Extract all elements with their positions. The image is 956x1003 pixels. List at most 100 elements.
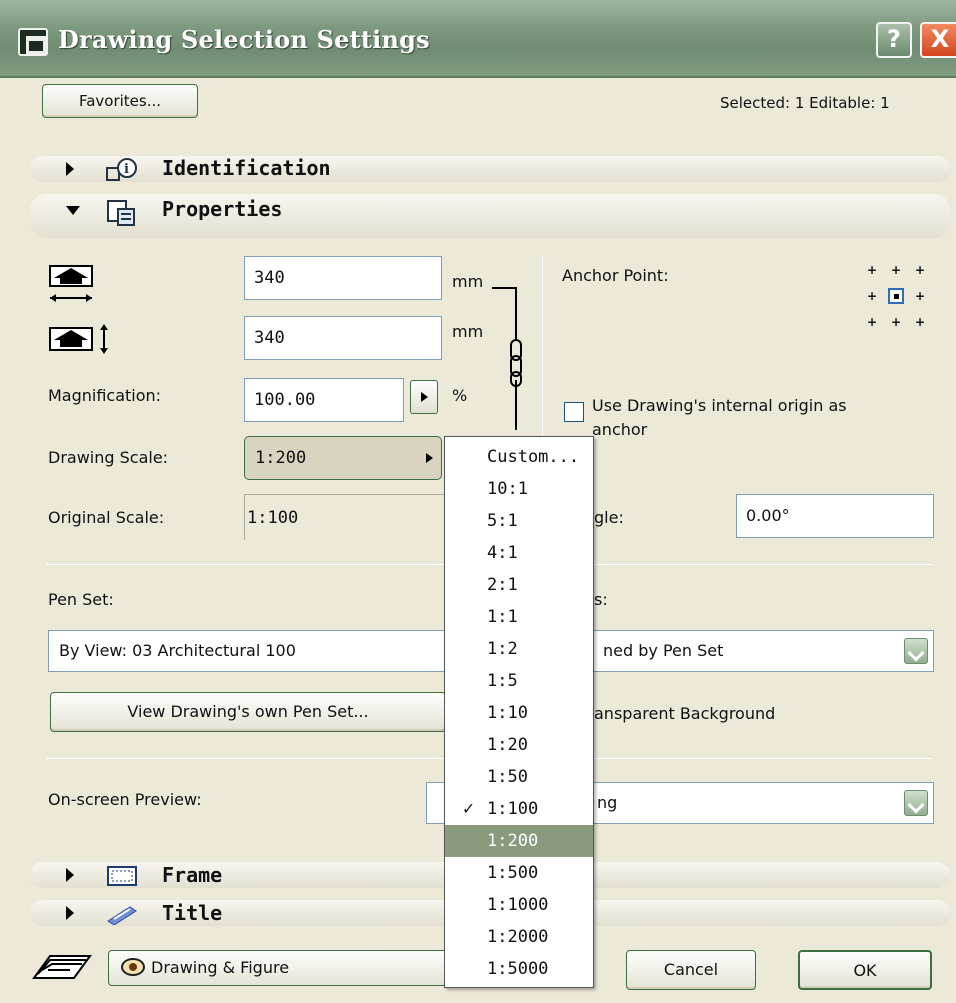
expand-arrow-icon[interactable] <box>66 162 74 176</box>
section-label: Identification <box>162 156 331 180</box>
anchor-top-center[interactable]: + <box>890 264 902 276</box>
proportion-lock-icon[interactable] <box>486 270 532 430</box>
use-origin-label: Use Drawing's internal origin as <box>592 396 847 415</box>
anchor-middle-right[interactable]: + <box>914 290 926 302</box>
scale-option-label: 1:5 <box>487 671 518 691</box>
original-scale-value: 1:100 <box>244 494 444 540</box>
drawing-scale-label: Drawing Scale: <box>48 448 169 467</box>
scale-option[interactable]: 10:1 <box>445 473 593 505</box>
dialog-title: Drawing Selection Settings <box>58 25 430 54</box>
scale-option[interactable]: 1:2000 <box>445 921 593 953</box>
use-origin-checkbox[interactable] <box>564 402 584 422</box>
scale-option[interactable]: ✓ 1:100 <box>445 793 593 825</box>
preview-select-value: ng <box>597 793 618 812</box>
scale-option-label: 4:1 <box>487 543 518 563</box>
chevron-down-icon[interactable] <box>904 638 928 664</box>
scale-option[interactable]: 1:500 <box>445 857 593 889</box>
width-icon <box>49 265 93 302</box>
magnification-unit: % <box>452 386 468 405</box>
expand-arrow-icon[interactable] <box>66 868 74 882</box>
scale-option[interactable]: 5:1 <box>445 505 593 537</box>
scale-option-label: 10:1 <box>487 479 528 499</box>
scale-option-label: 1:50 <box>487 767 528 787</box>
help-button[interactable]: ? <box>876 22 912 58</box>
scale-option[interactable]: 1:1 <box>445 601 593 633</box>
scale-option[interactable]: 1:1000 <box>445 889 593 921</box>
identification-icon: i <box>106 158 137 181</box>
original-scale-label: Original Scale: <box>48 508 165 527</box>
collapse-arrow-icon[interactable] <box>66 206 80 215</box>
transparent-background-label: ansparent Background <box>594 704 776 723</box>
svg-text:i: i <box>124 162 129 177</box>
width-unit: mm <box>452 272 484 291</box>
cancel-button[interactable]: Cancel <box>626 950 756 990</box>
use-origin-label-cont: anchor <box>592 420 648 439</box>
view-pen-set-button[interactable]: View Drawing's own Pen Set... <box>50 692 446 732</box>
properties-icon <box>107 200 135 226</box>
section-label: Frame <box>162 863 223 887</box>
pen-set-select[interactable]: By View: 03 Architectural 100 <box>48 630 448 672</box>
anchor-bottom-right[interactable]: + <box>914 316 926 328</box>
scale-option-label: 1:10 <box>487 703 528 723</box>
view-mode-value: Drawing & Figure <box>151 958 290 977</box>
title-bar[interactable]: Drawing Selection Settings ? X <box>0 0 956 78</box>
scale-option[interactable]: 1:20 <box>445 729 593 761</box>
scale-option[interactable]: Custom... <box>445 441 593 473</box>
expand-arrow-icon[interactable] <box>66 906 74 920</box>
scale-option-label: 1:20 <box>487 735 528 755</box>
scale-option-label: 1:500 <box>487 863 539 883</box>
title-icon <box>107 906 137 925</box>
favorites-button[interactable]: Favorites... <box>42 84 198 118</box>
section-identification[interactable]: i Identification <box>30 156 950 182</box>
pen-set-label: Pen Set: <box>48 590 114 609</box>
section-label: Title <box>162 901 223 925</box>
scale-option[interactable]: 1:5000 <box>445 953 593 985</box>
scale-option-label: 5:1 <box>487 511 518 531</box>
anchor-bottom-center[interactable]: + <box>890 316 902 328</box>
anchor-center[interactable] <box>888 288 904 304</box>
scale-option-label: 1:200 <box>487 831 539 851</box>
magnification-menu-button[interactable] <box>410 380 438 414</box>
magnification-input[interactable]: 100.00 <box>244 378 404 422</box>
scale-option-label: 1:2 <box>487 639 518 659</box>
section-properties[interactable]: Properties <box>30 194 950 238</box>
scale-option-label: 1:100 <box>487 799 539 819</box>
chevron-down-icon[interactable] <box>904 790 928 816</box>
scale-option[interactable]: 1:50 <box>445 761 593 793</box>
drawing-selection-settings-dialog: Drawing Selection Settings ? X Favorites… <box>0 0 956 1003</box>
colors-label: s: <box>594 590 608 609</box>
scale-option-label: 2:1 <box>487 575 518 595</box>
layers-icon <box>32 955 92 979</box>
scale-option[interactable]: 1:2 <box>445 633 593 665</box>
colors-select[interactable]: ned by Pen Set <box>592 630 934 672</box>
drawing-scale-dropdown[interactable]: Custom... 10:1 5:1 4:1 2:1 1:1 1:2 1:5 1:10 1:20 1… <box>444 436 594 988</box>
anchor-point-selector[interactable]: + + + + + + + + <box>864 264 928 328</box>
scale-option-label: 1:2000 <box>487 927 549 947</box>
anchor-top-right[interactable]: + <box>914 264 926 276</box>
scale-option[interactable]: 1:5 <box>445 665 593 697</box>
scale-option[interactable]: 1:10 <box>445 697 593 729</box>
scale-option-label: 1:1 <box>487 607 518 627</box>
drawing-scale-popup[interactable]: 1:200 <box>244 436 442 480</box>
ok-button[interactable]: OK <box>798 950 932 990</box>
magnification-label: Magnification: <box>48 386 162 405</box>
width-input[interactable]: 340 <box>244 256 442 300</box>
dialog-icon <box>18 28 48 56</box>
anchor-bottom-left[interactable]: + <box>866 316 878 328</box>
scale-option-label: 1:1000 <box>487 895 549 915</box>
checkmark-icon: ✓ <box>463 798 474 819</box>
height-input[interactable]: 340 <box>244 316 442 360</box>
eye-icon <box>121 958 145 976</box>
preview-label: On-screen Preview: <box>48 790 202 809</box>
scale-option[interactable]: 2:1 <box>445 569 593 601</box>
scale-option[interactable]: 1:200 <box>445 825 593 857</box>
anchor-top-left[interactable]: + <box>866 264 878 276</box>
scale-option[interactable]: 4:1 <box>445 537 593 569</box>
angle-input[interactable]: 0.00° <box>736 494 934 538</box>
scale-option-label: 1:5000 <box>487 959 549 979</box>
scale-option-label: Custom... <box>487 447 580 467</box>
view-mode-select[interactable]: Drawing & Figure <box>108 950 448 986</box>
selection-count: Selected: 1 Editable: 1 <box>720 94 890 112</box>
anchor-middle-left[interactable]: + <box>866 290 878 302</box>
close-button[interactable]: X <box>920 22 956 58</box>
